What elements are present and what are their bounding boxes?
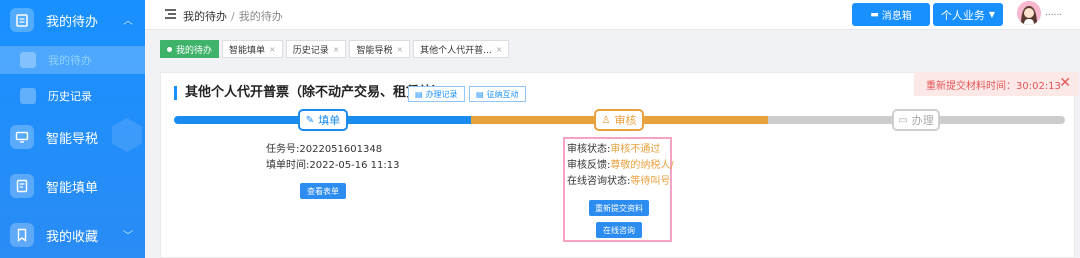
- review-status-value: 审核不通过: [610, 144, 661, 155]
- tag-label: 智能导税: [356, 45, 393, 56]
- chevron-down-icon: ﹀: [123, 231, 133, 242]
- tab-bar: 我的待办 智能填单 × 历史记录 × 智能导税 × 其他个人代开普... ×: [160, 40, 510, 58]
- tag-history[interactable]: 历史记录 ×: [285, 40, 347, 58]
- close-icon[interactable]: ×: [496, 45, 503, 54]
- form-icon: [10, 174, 34, 198]
- top-header: 我的待办 / 我的待办 ▬ 消息箱 个人业务 ▼ ......: [145, 0, 1080, 30]
- bookmark-icon: [10, 223, 34, 247]
- sidebar-group-label: 我的收藏: [46, 229, 99, 245]
- todo-icon: [20, 52, 36, 68]
- review-feedback-value[interactable]: 尊敬的纳税人/: [610, 160, 673, 171]
- tag-my-todo[interactable]: 我的待办: [160, 40, 220, 58]
- review-info: 审核状态:审核不通过 审核反馈:尊敬的纳税人/ 在线咨询状态:等待叫号: [567, 142, 674, 190]
- menu-toggle-icon[interactable]: [165, 9, 176, 19]
- chevron-down-icon: ▼: [988, 10, 996, 19]
- record-button[interactable]: ▤ 办理记录: [408, 86, 465, 102]
- sidebar-group-my-todo[interactable]: 我的待办 ︿: [0, 2, 145, 38]
- avatar[interactable]: [1017, 1, 1041, 25]
- sidebar-item-history[interactable]: 历史记录: [0, 82, 145, 110]
- page-title: 其他个人代开普票（除不动产交易、租赁外）: [174, 86, 445, 100]
- personal-business-label: 个人业务: [940, 8, 985, 22]
- sidebar-item-label: 我的待办: [48, 54, 92, 67]
- tag-smart-form[interactable]: 智能填单 ×: [222, 40, 283, 58]
- consult-status-label: 在线咨询状态:: [567, 176, 631, 187]
- breadcrumb-current: 我的待办: [238, 10, 283, 23]
- user-icon: ♙: [601, 114, 611, 126]
- task-no-value: 2022051601348: [299, 144, 383, 155]
- sidebar-group-smart-tax-guide[interactable]: 智能导税: [0, 119, 145, 155]
- close-icon[interactable]: ✕: [1059, 75, 1071, 91]
- chevron-up-icon: ︿: [123, 16, 133, 27]
- sidebar-item-my-todo[interactable]: 我的待办: [0, 46, 145, 74]
- view-form-label: 查看表单: [307, 186, 339, 196]
- task-info: 任务号:2022051601348 填单时间:2022-05-16 11:13: [266, 142, 400, 174]
- active-dot-icon: [167, 46, 172, 52]
- tag-smart-tax-guide[interactable]: 智能导税 ×: [349, 40, 411, 58]
- sidebar-group-smart-form[interactable]: 智能填单: [0, 168, 145, 204]
- online-consult-button[interactable]: 在线咨询: [596, 222, 642, 238]
- chat-icon: ▭: [898, 114, 908, 126]
- sidebar-group-favorites[interactable]: 我的收藏 ﹀: [0, 217, 145, 253]
- task-no-label: 任务号:: [266, 144, 300, 155]
- close-icon[interactable]: ×: [269, 45, 276, 54]
- consult-status-value: 等待叫号: [630, 176, 671, 187]
- fill-time-label: 填单时间:: [266, 160, 310, 171]
- sidebar-group-label: 智能填单: [46, 180, 99, 196]
- personal-business-dropdown[interactable]: 个人业务 ▼: [933, 3, 1003, 26]
- monitor-icon: [10, 125, 34, 149]
- breadcrumb-item[interactable]: 我的待办: [183, 10, 227, 23]
- interaction-button-label: 征纳互动: [486, 89, 519, 99]
- sidebar-group-label: 我的待办: [46, 14, 99, 30]
- review-feedback-label: 审核反馈:: [567, 160, 611, 171]
- step-fill-form: ✎ 填单: [298, 109, 348, 131]
- tag-label: 其他个人代开普...: [420, 45, 492, 56]
- document-icon: ▤: [415, 89, 423, 99]
- view-form-button[interactable]: 查看表单: [300, 183, 346, 199]
- fill-time-value: 2022-05-16 11:13: [309, 160, 400, 171]
- tag-label: 智能填单: [229, 45, 266, 56]
- step-label: 填单: [318, 114, 341, 127]
- message-box-label: 消息箱: [881, 11, 912, 22]
- tag-invoice[interactable]: 其他个人代开普... ×: [413, 40, 510, 58]
- step-label: 办理: [911, 114, 934, 127]
- sidebar-item-label: 历史记录: [48, 90, 92, 103]
- interaction-button[interactable]: ▤ 征纳互动: [469, 86, 526, 102]
- user-name[interactable]: ......: [1045, 8, 1062, 18]
- sidebar-group-label: 智能导税: [46, 131, 99, 147]
- step-label: 审核: [614, 114, 637, 127]
- step-process: ▭ 办理: [892, 109, 940, 131]
- history-icon: [20, 88, 36, 104]
- step-review: ♙ 审核: [594, 109, 644, 131]
- chat-icon: ▤: [476, 89, 484, 99]
- resubmit-timer-text: 重新提交材料时间：30:02:13: [926, 80, 1061, 92]
- resubmit-timer-alert: 重新提交材料时间：30:02:13 ✕: [914, 72, 1079, 96]
- tag-label: 我的待办: [176, 45, 213, 56]
- tag-label: 历史记录: [292, 45, 329, 56]
- edit-icon: ✎: [305, 114, 315, 126]
- inbox-icon: ▬: [870, 9, 879, 20]
- review-status-label: 审核状态:: [567, 144, 611, 155]
- breadcrumb: 我的待办 / 我的待办: [183, 10, 283, 23]
- clipboard-icon: [10, 8, 34, 32]
- online-consult-label: 在线咨询: [603, 225, 635, 235]
- resubmit-label: 重新提交资料: [595, 203, 643, 213]
- message-box-button[interactable]: ▬ 消息箱: [852, 3, 930, 26]
- close-icon[interactable]: ×: [396, 45, 403, 54]
- sidebar: 我的待办 ︿ 我的待办 历史记录 智能导税 智能填单 我的收藏 ﹀: [0, 0, 145, 258]
- close-icon[interactable]: ×: [333, 45, 340, 54]
- resubmit-button[interactable]: 重新提交资料: [589, 200, 649, 216]
- record-button-label: 办理记录: [425, 89, 458, 99]
